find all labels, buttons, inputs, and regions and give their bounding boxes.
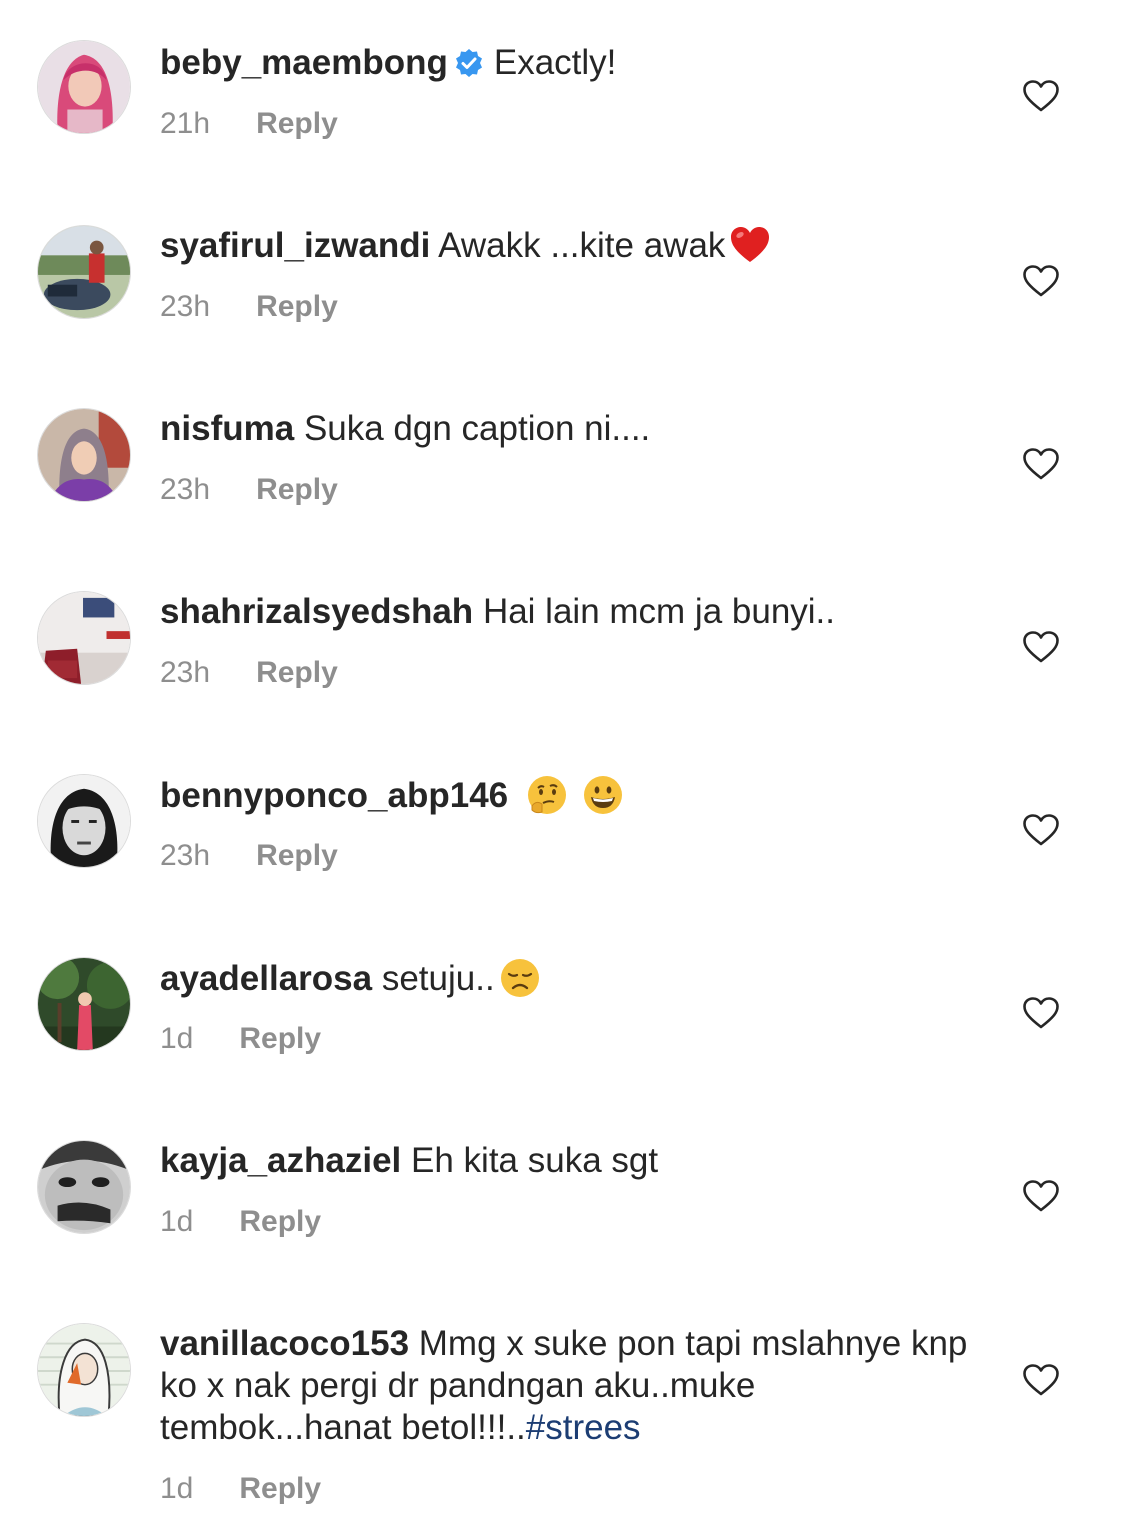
reply-button[interactable]: Reply: [239, 1022, 321, 1055]
comment-body: Awakk ...kite awak: [438, 226, 726, 265]
comment-meta: 23h Reply: [160, 473, 338, 507]
reply-button[interactable]: Reply: [256, 107, 338, 140]
comment-body: setuju..: [381, 959, 495, 998]
comment-body: Hai lain mcm ja bunyi..: [482, 592, 836, 631]
comment-text: beby_maembong Exactly!: [160, 42, 980, 84]
comment-body: Suka dgn caption ni....: [303, 409, 651, 448]
avatar[interactable]: [37, 957, 131, 1051]
comment-body: Exactly!: [493, 43, 617, 82]
comment-meta: 1d Reply: [160, 1205, 321, 1239]
comment-text: bennyponco_abp146: [160, 774, 980, 817]
username-link[interactable]: beby_maembong: [160, 43, 448, 82]
comment-meta: 23h Reply: [160, 656, 338, 690]
avatar[interactable]: [37, 225, 131, 319]
like-heart-icon[interactable]: [1022, 264, 1060, 298]
like-heart-icon[interactable]: [1022, 1363, 1060, 1397]
timestamp: 23h: [160, 656, 211, 689]
timestamp: 23h: [160, 290, 211, 323]
thinking-face-emoji-icon: [526, 774, 568, 816]
timestamp: 1d: [160, 1022, 194, 1055]
comment-text: nisfuma Suka dgn caption ni....: [160, 408, 980, 450]
reply-button[interactable]: Reply: [256, 290, 338, 323]
timestamp: 23h: [160, 839, 211, 872]
reply-button[interactable]: Reply: [256, 656, 338, 689]
timestamp: 1d: [160, 1205, 194, 1238]
username-link[interactable]: nisfuma: [160, 409, 294, 448]
comment-text: shahrizalsyedshah Hai lain mcm ja bunyi.…: [160, 591, 980, 633]
like-heart-icon[interactable]: [1022, 79, 1060, 113]
comment-meta: 1d Reply: [160, 1472, 321, 1506]
comment-meta: 23h Reply: [160, 839, 338, 873]
avatar[interactable]: [37, 1140, 131, 1234]
grinning-face-emoji-icon: [582, 774, 624, 816]
username-link[interactable]: kayja_azhaziel: [160, 1141, 401, 1180]
like-heart-icon[interactable]: [1022, 996, 1060, 1030]
username-link[interactable]: vanillacoco153: [160, 1324, 409, 1363]
timestamp: 21h: [160, 107, 211, 140]
username-link[interactable]: bennyponco_abp146: [160, 776, 508, 815]
avatar[interactable]: [37, 591, 131, 685]
reply-button[interactable]: Reply: [239, 1205, 321, 1238]
reply-button[interactable]: Reply: [239, 1472, 321, 1505]
comment-meta: 21h Reply: [160, 107, 338, 141]
username-link[interactable]: syafirul_izwandi: [160, 226, 430, 265]
reply-button[interactable]: Reply: [256, 839, 338, 872]
disappointed-face-emoji-icon: [499, 957, 541, 999]
verified-badge-icon: [454, 48, 484, 78]
like-heart-icon[interactable]: [1022, 447, 1060, 481]
username-link[interactable]: shahrizalsyedshah: [160, 592, 473, 631]
comment-text: ayadellarosa setuju..: [160, 957, 980, 1000]
comment-meta: 23h Reply: [160, 290, 338, 324]
comment-body: Eh kita suka sgt: [411, 1141, 659, 1180]
comment-meta: 1d Reply: [160, 1022, 321, 1056]
timestamp: 1d: [160, 1472, 194, 1505]
like-heart-icon[interactable]: [1022, 630, 1060, 664]
red-heart-emoji-icon: [729, 224, 771, 266]
avatar[interactable]: [37, 408, 131, 502]
avatar[interactable]: [37, 40, 131, 134]
avatar[interactable]: [37, 1323, 131, 1417]
comment-text: syafirul_izwandi Awakk ...kite awak: [160, 224, 980, 267]
username-link[interactable]: ayadellarosa: [160, 959, 372, 998]
comment-text: kayja_azhaziel Eh kita suka sgt: [160, 1140, 980, 1182]
like-heart-icon[interactable]: [1022, 1179, 1060, 1213]
timestamp: 23h: [160, 473, 211, 506]
reply-button[interactable]: Reply: [256, 473, 338, 506]
hashtag-link[interactable]: #strees: [526, 1408, 641, 1447]
avatar[interactable]: [37, 774, 131, 868]
comment-text: vanillacoco153 Mmg x suke pon tapi mslah…: [160, 1323, 980, 1449]
like-heart-icon[interactable]: [1022, 813, 1060, 847]
